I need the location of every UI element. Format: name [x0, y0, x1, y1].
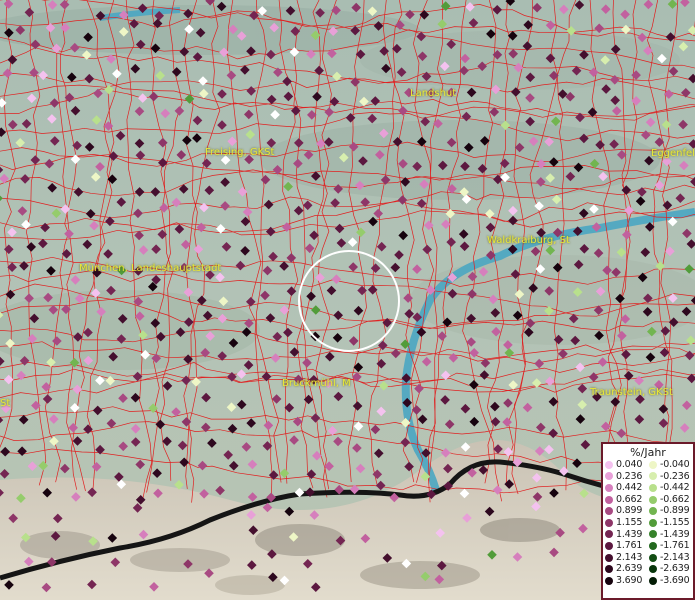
legend-value: 3.690 [616, 574, 643, 586]
legend-swatch [649, 518, 657, 527]
legend-swatch [605, 553, 613, 562]
legend-value: 0.040 [616, 459, 643, 470]
legend-value: 0.442 [616, 482, 643, 494]
legend-swatch [649, 576, 657, 585]
legend-entry-negative: -1.439 [649, 529, 691, 541]
legend-entry-positive: 0.899 [605, 505, 647, 517]
legend-value: -0.040 [660, 459, 690, 470]
place-label-left-edge: St [0, 398, 11, 409]
legend-entry-positive: 2.143 [605, 552, 647, 564]
legend-swatch [605, 483, 613, 492]
legend-value: -1.761 [660, 540, 690, 552]
legend-value: 1.761 [616, 540, 643, 552]
legend-value: -0.899 [660, 505, 690, 517]
legend-value: 0.236 [616, 470, 643, 482]
legend: %/Jahr 0.040 -0.040 0.236 -0.236 0.442 -0.442… [601, 442, 695, 600]
legend-value: 0.662 [616, 493, 643, 505]
place-label-traunstein: Traunstein, GKSt [590, 387, 673, 398]
legend-value: -0.442 [660, 482, 690, 494]
legend-entry-positive: 1.761 [605, 540, 647, 552]
legend-entry-negative: -3.690 [649, 575, 691, 587]
legend-value: -1.439 [660, 528, 690, 540]
legend-value: 0.899 [616, 505, 643, 517]
legend-swatch [605, 541, 613, 550]
legend-swatch [649, 472, 657, 481]
legend-value: -0.662 [660, 493, 690, 505]
legend-swatch [605, 472, 613, 481]
legend-swatch [649, 565, 657, 574]
legend-value: 2.639 [616, 563, 643, 575]
legend-value: -2.639 [660, 563, 690, 575]
legend-entry-negative: -0.236 [649, 471, 691, 483]
legend-value: 1.439 [616, 528, 643, 540]
legend-entry-negative: -0.899 [649, 505, 691, 517]
legend-value: -1.155 [660, 516, 690, 528]
legend-swatch [649, 553, 657, 562]
legend-entry-positive: 0.236 [605, 471, 647, 483]
legend-swatch [649, 495, 657, 504]
legend-swatch [605, 507, 613, 516]
legend-entry-negative: -0.040 [649, 459, 691, 471]
legend-entry-positive: 0.040 [605, 459, 647, 471]
legend-swatch [605, 518, 613, 527]
legend-entry-positive: 1.439 [605, 529, 647, 541]
legend-swatch [649, 530, 657, 539]
legend-value: -2.143 [660, 551, 690, 563]
legend-swatch [649, 483, 657, 492]
place-label-waldkraiburg: Waldkraiburg, St [487, 235, 570, 246]
legend-swatch [649, 507, 657, 516]
legend-title: %/Jahr [630, 446, 666, 459]
legend-swatch [605, 565, 613, 574]
legend-value: 2.143 [616, 551, 643, 563]
legend-entry-negative: -0.662 [649, 494, 691, 506]
place-label-eggenfelden: Eggenfel [651, 148, 695, 159]
legend-value: -3.690 [660, 574, 690, 586]
legend-entry-negative: -0.442 [649, 482, 691, 494]
legend-entry-negative: -1.761 [649, 540, 691, 552]
legend-entry-negative: -2.639 [649, 563, 691, 575]
legend-swatch [605, 576, 613, 585]
legend-swatch [649, 460, 657, 469]
place-label-bruckmuehl: Bruckmühl, M [282, 378, 351, 389]
legend-entry-positive: 3.690 [605, 575, 647, 587]
place-label-freising: Freising, GKSt [205, 147, 275, 158]
legend-entry-positive: 2.639 [605, 563, 647, 575]
legend-swatch [649, 541, 657, 550]
legend-swatch [605, 495, 613, 504]
place-label-muenchen: München, Landeshauptstadt [79, 263, 222, 274]
legend-entry-negative: -1.155 [649, 517, 691, 529]
map-canvas[interactable] [0, 0, 695, 600]
legend-value: -0.236 [660, 470, 690, 482]
place-label-landshut: Landshut [410, 88, 457, 99]
legend-entry-negative: -2.143 [649, 552, 691, 564]
legend-entry-positive: 0.442 [605, 482, 647, 494]
legend-entry-positive: 0.662 [605, 494, 647, 506]
legend-value: 1.155 [616, 516, 643, 528]
legend-entry-positive: 1.155 [605, 517, 647, 529]
legend-swatch [605, 460, 613, 469]
legend-swatch [605, 530, 613, 539]
